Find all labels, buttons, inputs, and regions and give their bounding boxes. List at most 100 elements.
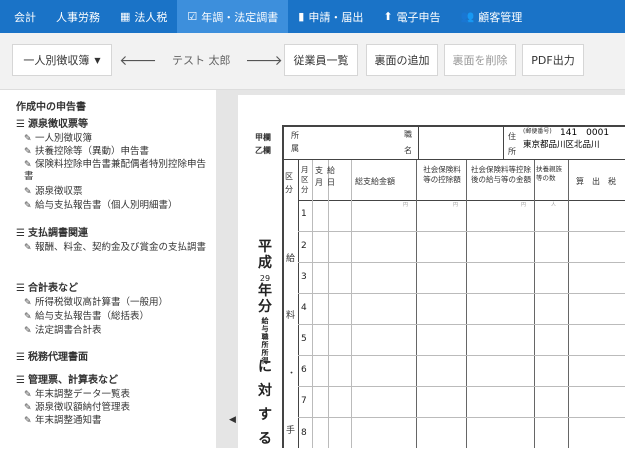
item-label: 扶養控除等（異動）申告書 bbox=[35, 146, 150, 157]
nav-label: 顧客管理 bbox=[478, 10, 523, 24]
item-label: 給与支払報告書（総括表） bbox=[35, 311, 150, 322]
shoku-label: 職 bbox=[404, 130, 412, 139]
people-icon: 👥 bbox=[460, 10, 475, 23]
list-icon: ☰ bbox=[16, 352, 25, 363]
era-char: 成 bbox=[258, 255, 272, 271]
pencil-icon: ✎ bbox=[24, 390, 32, 400]
prev-employee-button[interactable]: 🡐 bbox=[119, 44, 157, 76]
year-char: 年 bbox=[258, 283, 272, 299]
unit-yen: 円 bbox=[521, 202, 527, 208]
section-totals[interactable]: ☰ 合計表など bbox=[16, 279, 78, 294]
pencil-icon: ✎ bbox=[24, 243, 32, 253]
postal-label: (郵便番号) bbox=[523, 128, 552, 135]
nav-e-filing[interactable]: ⬆ 電子申告 bbox=[373, 0, 450, 33]
section-payment-records[interactable]: ☰ 支払調書関連 bbox=[16, 224, 88, 239]
triangle-left-icon: ◀ bbox=[229, 415, 236, 425]
calendar-check-icon: ☑ bbox=[187, 10, 198, 23]
pencil-icon: ✎ bbox=[24, 201, 32, 211]
withholding-ledger-form: 甲欄 乙欄 所属 職 名 住所 (郵便番号) 141 0001 東京都品川区北品… bbox=[238, 95, 625, 448]
sidebar-item-tax-calculation[interactable]: ✎ 所得税徴収高計算書（一般用） bbox=[24, 297, 214, 309]
nav-label: 法人税 bbox=[134, 10, 168, 24]
delete-back-page-button[interactable]: 裏面を削除 bbox=[444, 44, 516, 76]
item-label: 源泉徴収額納付管理表 bbox=[35, 402, 131, 413]
nav-applications[interactable]: ▮ 申請・届出 bbox=[288, 0, 373, 33]
nav-customer-management[interactable]: 👥 顧客管理 bbox=[451, 0, 533, 33]
sidebar-item-payment-management[interactable]: ✎ 源泉徴収額納付管理表 bbox=[24, 402, 214, 414]
row-line bbox=[298, 417, 625, 418]
form-border bbox=[282, 125, 284, 448]
form-border bbox=[503, 125, 504, 159]
row-line bbox=[298, 262, 625, 263]
section-tax-agent[interactable]: ☰ 税務代理書面 bbox=[16, 348, 88, 363]
sidebar-item-individual-ledger[interactable]: ✎ 一人別徴収簿 bbox=[24, 133, 214, 145]
nav-hr[interactable]: 人事労務 bbox=[46, 0, 110, 33]
collapse-sidebar-button[interactable]: ◀ bbox=[229, 415, 236, 425]
nav-label: 申請・届出 bbox=[308, 10, 364, 24]
col-line bbox=[416, 160, 417, 448]
item-label: 法定調書合計表 bbox=[35, 325, 102, 336]
form-border bbox=[298, 200, 625, 201]
sidebar-item-adjustment-list[interactable]: ✎ 年末調整データ一覧表 bbox=[24, 389, 214, 401]
pencil-icon: ✎ bbox=[24, 187, 32, 197]
row-number: 1 bbox=[301, 209, 307, 219]
sidebar-item-fee-payment-record[interactable]: ✎ 報酬、料金、契約金及び賞金の支払調書 bbox=[24, 242, 214, 254]
unit-yen: 円 bbox=[403, 202, 409, 208]
category-char: ・ bbox=[287, 369, 297, 379]
form-select-value: 一人別徴収簿 bbox=[23, 54, 90, 67]
pdf-output-button[interactable]: PDF出力 bbox=[522, 44, 584, 76]
sidebar-item-adjustment-notice[interactable]: ✎ 年末調整通知書 bbox=[24, 415, 214, 427]
section-management[interactable]: ☰ 管理票、計算表など bbox=[16, 371, 118, 386]
item-label: 源泉徴収票 bbox=[35, 186, 83, 197]
sidebar-item-salary-summary[interactable]: ✎ 給与支払報告書（総括表） bbox=[24, 311, 214, 323]
form-select-dropdown[interactable]: 一人別徴収簿 ▼ bbox=[12, 44, 112, 76]
sidebar-item-salary-report[interactable]: ✎ 給与支払報告書（個人別明細書） bbox=[24, 200, 214, 212]
header-total-pay: 総支給金額 bbox=[355, 177, 395, 186]
col-line bbox=[328, 160, 329, 448]
form-border bbox=[282, 159, 625, 160]
nav-accounting[interactable]: 会計 bbox=[0, 0, 46, 33]
item-label: 年末調整データ一覧表 bbox=[35, 389, 131, 400]
section-withholding[interactable]: ☰ 源泉徴収票等 bbox=[16, 115, 88, 130]
col-line bbox=[466, 160, 467, 448]
row-line bbox=[298, 324, 625, 325]
year-value: 29 bbox=[259, 274, 271, 283]
sidebar-title: 作成中の申告書 bbox=[16, 102, 86, 113]
item-label: 一人別徴収簿 bbox=[35, 133, 93, 144]
upload-icon: ⬆ bbox=[383, 10, 393, 23]
shozoku-label: 所属 bbox=[291, 131, 299, 153]
sidebar-item-insurance-deduction[interactable]: ✎ 保険料控除申告書兼配偶者特別控除申告書 bbox=[24, 159, 214, 183]
col-line bbox=[534, 160, 535, 448]
sidebar-item-withholding-slip[interactable]: ✎ 源泉徴収票 bbox=[24, 186, 214, 198]
toolbar: 一人別徴収簿 ▼ 🡐 テスト 太郎 🡒 従業員一覧 裏面の追加 裏面を削除 PD… bbox=[0, 33, 625, 90]
list-icon: ☰ bbox=[16, 375, 25, 386]
employee-list-button[interactable]: 従業員一覧 bbox=[284, 44, 358, 76]
sidebar-item-dependent-deduction[interactable]: ✎ 扶養控除等（異動）申告書 bbox=[24, 146, 214, 158]
kou-column-label: 甲欄 bbox=[255, 133, 271, 142]
header-month-kubun: 月区分 bbox=[301, 165, 309, 194]
era-title: 平 成 bbox=[251, 239, 279, 271]
pencil-icon: ✎ bbox=[24, 160, 32, 170]
section-label: 源泉徴収票等 bbox=[28, 119, 88, 130]
year-char: 分 bbox=[258, 299, 272, 315]
pencil-icon: ✎ bbox=[24, 326, 32, 336]
list-icon: ☰ bbox=[16, 283, 25, 294]
section-label: 税務代理書面 bbox=[28, 352, 88, 363]
postal-code: 141 0001 bbox=[560, 128, 610, 138]
list-icon: ☰ bbox=[16, 228, 25, 239]
pencil-icon: ✎ bbox=[24, 312, 32, 322]
pencil-icon: ✎ bbox=[24, 416, 32, 426]
col-line bbox=[312, 160, 313, 448]
otsu-column-label: 乙欄 bbox=[255, 146, 271, 155]
nav-corporate-tax[interactable]: ▦ 法人税 bbox=[110, 0, 177, 33]
next-employee-button[interactable]: 🡒 bbox=[245, 44, 283, 76]
pencil-icon: ✎ bbox=[24, 298, 32, 308]
form-subtitle: に 対 す る bbox=[251, 355, 279, 451]
year-suffix: 年 分 bbox=[251, 283, 279, 315]
category-char: 手 bbox=[286, 426, 296, 436]
sidebar-item-statutory-total[interactable]: ✎ 法定調書合計表 bbox=[24, 325, 214, 337]
unit-yen: 円 bbox=[453, 202, 459, 208]
add-back-page-button[interactable]: 裏面の追加 bbox=[366, 44, 438, 76]
nav-year-end-adjustment[interactable]: ☑ 年調・法定調書 bbox=[177, 0, 289, 33]
nav-label: 年調・法定調書 bbox=[201, 10, 279, 24]
row-number: 6 bbox=[301, 365, 307, 375]
